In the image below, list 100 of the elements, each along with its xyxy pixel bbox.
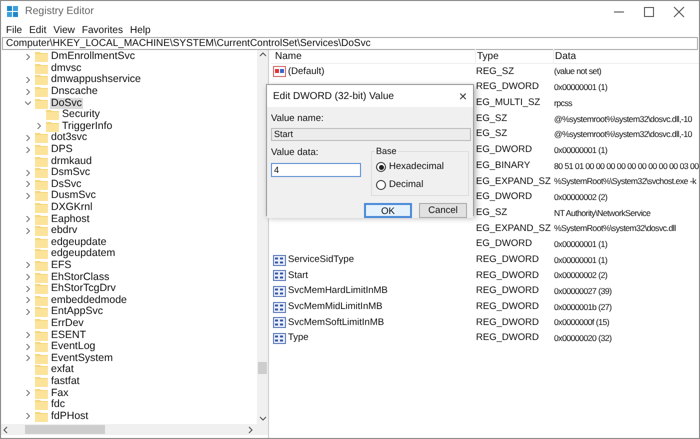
expand-icon[interactable] [24, 88, 30, 95]
tree-item[interactable]: exfat [50, 364, 75, 376]
tree-item[interactable]: EFS [50, 260, 72, 271]
menu-item[interactable]: Edit [26, 22, 50, 38]
tree-item[interactable]: ESENT [50, 330, 88, 341]
tree-item[interactable]: EhStorClass [50, 272, 110, 283]
column-header[interactable]: Type [475, 49, 553, 64]
value-data: 0x00000027 (39) [553, 285, 612, 298]
folder-icon [35, 202, 48, 214]
menu-item[interactable]: View [50, 22, 78, 38]
vertical-scrollbar[interactable] [257, 50, 268, 424]
value-name[interactable]: Start [288, 268, 308, 283]
menu-item[interactable]: Favorites [78, 22, 126, 38]
folder-icon [35, 144, 48, 156]
tree-item[interactable]: fastfat [50, 376, 81, 387]
value-data-field[interactable]: 4 [271, 162, 361, 176]
tree-item[interactable]: TriggerInfo [61, 120, 114, 132]
tree-item[interactable]: EhStorTcgDrv [50, 283, 117, 294]
folder-icon [35, 352, 48, 364]
radio-button[interactable] [376, 180, 386, 190]
value-data: %SystemRoot%\system32\dosvc.dll [553, 222, 676, 236]
tree-item[interactable]: DsmSvc [50, 167, 92, 178]
folder-icon [35, 225, 48, 236]
expand-icon[interactable] [24, 54, 30, 60]
tree-item[interactable]: dmwappushservice [50, 74, 142, 86]
value-data: 0x00000002 (2) [553, 190, 608, 204]
value-data: 0x00000001 (1) [553, 238, 608, 251]
expand-icon[interactable] [36, 123, 42, 130]
tree-item[interactable]: EntAppSvc [50, 306, 104, 318]
cancel-button[interactable]: Cancel [419, 202, 467, 218]
tree-item[interactable]: Fax [50, 388, 70, 399]
tree-item[interactable]: ebdrv [50, 225, 78, 236]
address-bar[interactable]: Computer\HKEY_LOCAL_MACHINE\SYSTEM\CurrentControlSet\Services\DoSvc [2, 37, 698, 50]
tree-item[interactable]: DoSvc [50, 98, 83, 109]
value-data: @%systemroot%\system32\dosvc.dll,-10 [553, 128, 692, 141]
tree-item[interactable]: DPS [50, 144, 74, 156]
scroll-thumb[interactable] [258, 362, 267, 374]
tree-item[interactable]: drmkaud [50, 156, 93, 167]
value-type: REG_SZ [475, 64, 516, 79]
expand-icon[interactable] [24, 355, 30, 362]
folder-icon [35, 306, 48, 318]
tree-item[interactable]: dmvsc [50, 62, 82, 74]
expand-icon[interactable] [24, 216, 30, 222]
value-name-field[interactable]: Start [271, 128, 471, 142]
tree-item[interactable]: EventLog [50, 341, 96, 352]
tree-item[interactable]: ErrDev [50, 318, 85, 329]
value-name[interactable]: SvcMemMidLimitInMB [288, 300, 382, 314]
value-name[interactable]: SvcMemSoftLimitInMB [288, 316, 384, 330]
value-type: REG_DWORD [475, 331, 540, 346]
expand-icon[interactable] [24, 297, 30, 304]
expand-icon[interactable] [24, 274, 30, 280]
expand-icon[interactable] [24, 344, 30, 350]
folder-icon [46, 120, 59, 132]
dialog-close-button[interactable]: × [458, 89, 467, 103]
expand-icon[interactable] [24, 170, 30, 176]
horizontal-scrollbar[interactable] [1, 424, 268, 435]
dialog-title: Edit DWORD (32-bit) Value [273, 90, 394, 104]
expand-icon[interactable] [24, 308, 30, 315]
column-header[interactable]: Name [271, 49, 475, 64]
column-header[interactable]: Data [553, 49, 576, 64]
tree-item[interactable]: DusmSvc [50, 190, 97, 202]
expand-icon[interactable] [24, 413, 30, 420]
tree-item[interactable]: dot3svc [50, 132, 88, 144]
value-name[interactable]: SvcMemHardLimitInMB [288, 284, 388, 299]
folder-icon [35, 51, 48, 62]
menu-item[interactable]: Help [126, 22, 154, 38]
expand-icon[interactable] [24, 134, 30, 141]
expand-icon[interactable] [24, 286, 30, 292]
folder-icon [35, 399, 48, 410]
expand-icon[interactable] [24, 332, 30, 338]
tree-item[interactable]: edgeupdatem [50, 248, 116, 260]
tree-item[interactable]: edgeupdate [50, 236, 108, 248]
tree-item[interactable]: Security [61, 109, 101, 120]
value-name[interactable]: Type [288, 331, 309, 346]
value-name[interactable]: ServiceSidType [288, 252, 354, 268]
tree-item[interactable]: DsSvc [50, 178, 82, 190]
tree-item[interactable]: Eaphost [50, 214, 91, 225]
folder-icon [35, 248, 48, 260]
menu-item[interactable]: File [3, 22, 26, 38]
value-name[interactable]: (Default) [288, 64, 324, 79]
binary-value-icon [273, 302, 286, 313]
expand-icon[interactable] [24, 76, 30, 83]
expand-icon[interactable] [24, 390, 30, 396]
tree-item[interactable]: EventSystem [50, 352, 114, 364]
ok-button[interactable]: OK [364, 202, 412, 218]
expand-icon[interactable] [24, 262, 30, 268]
folder-icon [35, 214, 48, 225]
radio-button[interactable] [376, 162, 386, 172]
binary-value-icon [273, 317, 286, 328]
expand-icon[interactable] [24, 181, 30, 188]
tree-item[interactable]: fdc [50, 399, 66, 410]
tree-item[interactable]: Dnscache [50, 86, 99, 98]
expand-icon[interactable] [24, 192, 30, 199]
tree-item[interactable]: DmEnrollmentSvc [50, 51, 136, 62]
tree-item[interactable]: fdPHost [50, 410, 90, 422]
tree-item[interactable]: DXGKrnl [50, 202, 94, 214]
tree-item[interactable]: embeddedmode [50, 294, 128, 306]
expand-icon[interactable] [24, 146, 30, 153]
collapse-icon[interactable] [24, 100, 30, 106]
expand-icon[interactable] [24, 228, 30, 234]
